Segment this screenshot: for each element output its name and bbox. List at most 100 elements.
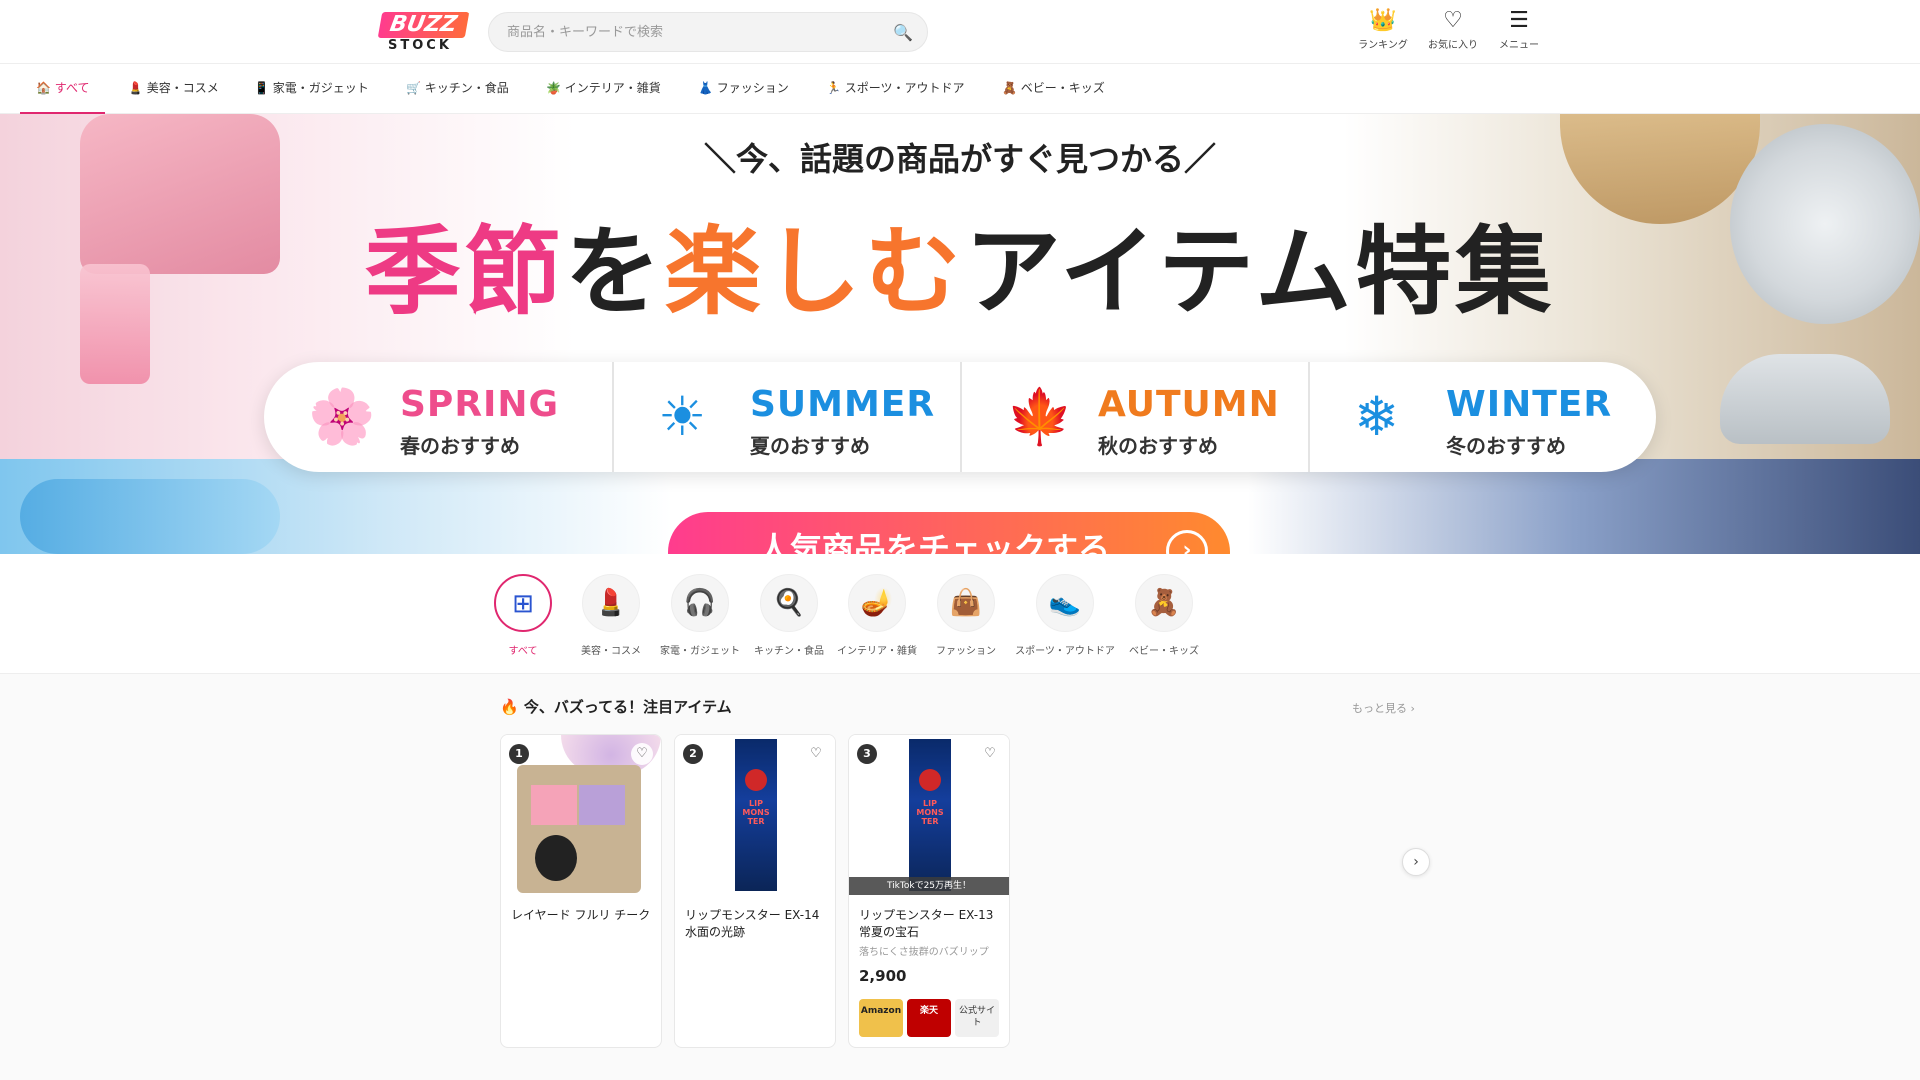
catnav-baby[interactable]: 🧸 ベビー・キッズ [1002,64,1105,114]
handbag-icon: 👜 [937,574,995,632]
arrow-right-icon: › [1166,530,1208,554]
catnav-label: スポーツ・アウトドア [844,81,965,95]
catnav-kitchen[interactable]: 🛒 キッチン・食品 [406,64,509,114]
rank-badge: 3 [857,744,877,764]
box-emblem [745,769,767,791]
hero-banner[interactable]: ＼今、話題の商品がすぐ見つかる／ 季節を楽しむアイテム特集 🌸 SPRING 春… [0,114,1920,554]
banner-title-feature: アイテム特集 [964,216,1556,328]
category-circle-label: ファッション [936,646,996,657]
category-circle-nav: ⊞ すべて 💄 美容・コスメ 🎧 家電・ガジェット 🍳 キッチン・食品 🪔 イン… [0,554,1920,674]
product-description: 落ちにくさ抜群のバズリップ [859,947,989,958]
plant-icon: 🪴 [546,81,561,95]
season-summer[interactable]: ☀ SUMMER 夏のおすすめ [612,362,960,472]
cta-label: 人気商品をチェックする [758,530,1111,554]
box-emblem [919,769,941,791]
catnav-all[interactable]: 🏠 すべて [20,64,106,114]
season-winter[interactable]: ❄ WINTER 冬のおすすめ [1308,362,1656,472]
favorites-button[interactable]: ♡ お気に入り [1418,6,1488,60]
snowflake-icon: ❄ [1354,385,1400,448]
lipstick-icon: 💄 [582,574,640,632]
search-icon[interactable]: 🔍 [893,23,913,42]
product-card[interactable]: LIP MONS TER TikTokで25万再生！ 3 ♡ リップモンスター … [848,734,1010,1048]
carousel-next-button[interactable]: › [1402,848,1430,876]
menu-icon: ☰ [1509,8,1529,33]
rakuten-button[interactable]: 楽天 [907,999,951,1037]
catnav-label: インテリア・雑貨 [564,81,661,95]
catnav-label: すべて [54,81,90,95]
heart-icon[interactable]: ♡ [631,743,653,765]
favorites-label: お気に入り [1428,40,1478,51]
product-card[interactable]: LIP MONS TER 2 ♡ リップモンスター EX-14 水面の光跡 [674,734,836,1048]
amazon-button[interactable]: Amazon [859,999,903,1037]
category-circle-label: ベビー・キッズ [1129,646,1199,657]
ranking-button[interactable]: 👑 ランキング [1348,6,1418,60]
headphones-icon: 🎧 [671,574,729,632]
grid-icon: ⊞ [494,574,552,632]
section-title: 🔥 今、バズってる！注目アイテム [500,698,732,716]
product-price: 2,900 [859,967,907,985]
lavender-blush-pan [579,785,625,825]
teddy-bear-icon: 🧸 [1135,574,1193,632]
lightning-icon: ⚡ [458,10,471,31]
lipstick-icon: 💄 [128,81,143,95]
tiktok-views-banner: TikTokで25万再生！ [849,877,1009,895]
check-popular-button[interactable]: 人気商品をチェックする › [668,512,1230,554]
catnav-label: 美容・コスメ [146,81,219,95]
category-circle-fashion[interactable]: 👜 ファッション [912,574,1020,657]
banner-title-particle: を [564,216,665,328]
catnav-label: ファッション [716,81,789,95]
catnav-label: ベビー・キッズ [1020,81,1105,95]
category-circle-baby[interactable]: 🧸 ベビー・キッズ [1110,574,1218,657]
banner-title: 季節を楽しむアイテム特集 [0,194,1920,333]
season-en-label: WINTER [1446,384,1613,425]
menu-button[interactable]: ☰ メニュー [1484,6,1554,60]
lipstick-box: LIP MONS TER [909,739,951,891]
lamp-icon: 🪔 [848,574,906,632]
box-lettering: LIP MONS TER [742,799,770,826]
cart-icon: 🛒 [406,81,421,95]
official-site-button[interactable]: 公式サイト [955,999,999,1037]
product-name: リップモンスター EX-13 常夏の宝石 [859,908,994,939]
catnav-sports[interactable]: 🏃 スポーツ・アウトドア [826,64,965,114]
season-jp-label: 春のおすすめ [400,434,520,458]
catnav-beauty[interactable]: 💄 美容・コスメ [128,64,219,114]
category-circle-label: スポーツ・アウトドア [1015,646,1115,657]
pink-blush-pan [531,785,577,825]
logo-buzz-text: BUZZ [377,12,469,38]
season-jp-label: 秋のおすすめ [1098,434,1218,458]
home-icon: 🏠 [36,81,51,95]
dress-icon: 👗 [698,81,713,95]
season-en-label: AUTUMN [1098,384,1280,425]
category-circle-sports[interactable]: 👟 スポーツ・アウトドア [1011,574,1119,657]
phone-icon: 📱 [254,81,269,95]
teddy-bear-icon: 🧸 [1002,81,1017,95]
product-card[interactable]: 1 ♡ レイヤード フルリ チーク [500,734,662,1048]
catnav-label: キッチン・食品 [424,81,509,95]
product-name: リップモンスター EX-14 水面の光跡 [685,908,820,939]
catnav-electronics[interactable]: 📱 家電・ガジェット [254,64,369,114]
box-lettering: LIP MONS TER [916,799,944,826]
catnav-label: 家電・ガジェット [272,81,369,95]
heart-icon: ♡ [1443,8,1463,33]
catnav-fashion[interactable]: 👗 ファッション [698,64,789,114]
heart-icon[interactable]: ♡ [979,743,1001,765]
site-logo[interactable]: BUZZ ⚡ STOCK [377,10,474,54]
sneaker-icon: 👟 [1036,574,1094,632]
ice-image [20,479,280,554]
desk-fan-base-image [1720,354,1890,444]
banner-title-enjoy: 楽しむ [664,216,965,328]
see-more-link[interactable]: もっと見る › [1352,700,1415,716]
search-input[interactable] [507,13,867,51]
catnav-interior[interactable]: 🪴 インテリア・雑貨 [546,64,661,114]
rank-badge: 1 [509,744,529,764]
season-spring[interactable]: 🌸 SPRING 春のおすすめ [264,362,612,472]
ranking-label: ランキング [1358,40,1408,51]
heart-icon[interactable]: ♡ [805,743,827,765]
season-autumn[interactable]: 🍁 AUTUMN 秋のおすすめ [960,362,1308,472]
crown-icon: 👑 [1369,8,1397,33]
banner-title-seasons: 季節 [364,216,565,328]
sun-icon: ☀ [658,385,707,448]
frying-pan-icon: 🍳 [760,574,818,632]
search-bar: 🔍 [488,12,928,52]
season-en-label: SUMMER [750,384,936,425]
